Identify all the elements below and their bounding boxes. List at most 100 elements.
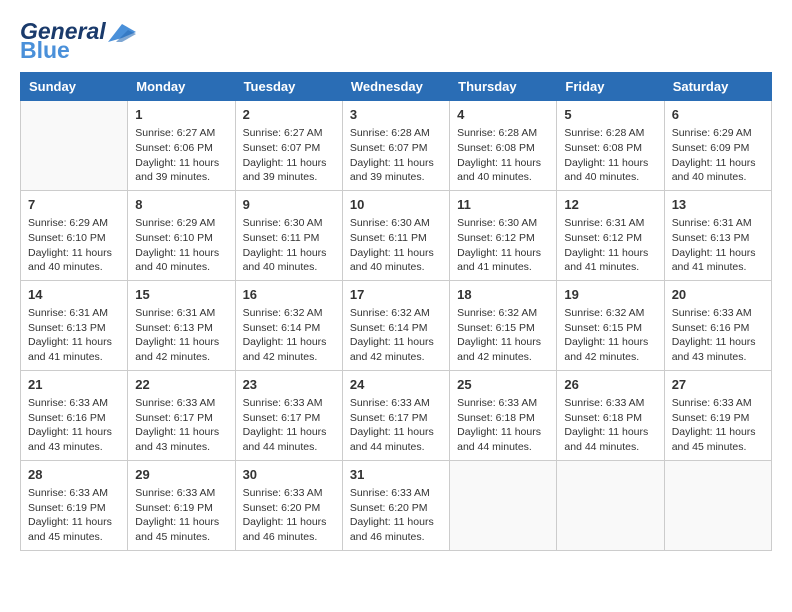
calendar-week-row: 21 Sunrise: 6:33 AM Sunset: 6:16 PM Dayli… [21,370,772,460]
day-number: 29 [135,466,227,484]
calendar-day-cell: 8 Sunrise: 6:29 AM Sunset: 6:10 PM Daylig… [128,190,235,280]
day-info: Sunrise: 6:33 AM Sunset: 6:18 PM Dayligh… [564,396,656,455]
calendar-day-cell: 26 Sunrise: 6:33 AM Sunset: 6:18 PM Dayli… [557,370,664,460]
day-info: Sunrise: 6:31 AM Sunset: 6:13 PM Dayligh… [672,216,764,275]
day-info: Sunrise: 6:28 AM Sunset: 6:08 PM Dayligh… [457,126,549,185]
day-number: 27 [672,376,764,394]
day-number: 30 [243,466,335,484]
day-number: 11 [457,196,549,214]
day-info: Sunrise: 6:31 AM Sunset: 6:12 PM Dayligh… [564,216,656,275]
day-info: Sunrise: 6:33 AM Sunset: 6:17 PM Dayligh… [350,396,442,455]
logo-blue-text: Blue [20,39,136,62]
calendar-day-cell [21,101,128,191]
calendar-day-cell: 24 Sunrise: 6:33 AM Sunset: 6:17 PM Dayli… [342,370,449,460]
calendar-day-cell: 7 Sunrise: 6:29 AM Sunset: 6:10 PM Daylig… [21,190,128,280]
calendar-header-row: SundayMondayTuesdayWednesdayThursdayFrid… [21,73,772,101]
day-number: 12 [564,196,656,214]
day-info: Sunrise: 6:31 AM Sunset: 6:13 PM Dayligh… [28,306,120,365]
day-number: 5 [564,106,656,124]
calendar-day-cell: 14 Sunrise: 6:31 AM Sunset: 6:13 PM Dayli… [21,280,128,370]
day-info: Sunrise: 6:33 AM Sunset: 6:17 PM Dayligh… [135,396,227,455]
calendar-day-cell: 30 Sunrise: 6:33 AM Sunset: 6:20 PM Dayli… [235,460,342,550]
day-header-monday: Monday [128,73,235,101]
day-info: Sunrise: 6:33 AM Sunset: 6:20 PM Dayligh… [243,486,335,545]
day-number: 21 [28,376,120,394]
day-number: 6 [672,106,764,124]
day-number: 24 [350,376,442,394]
day-header-friday: Friday [557,73,664,101]
day-number: 2 [243,106,335,124]
day-number: 25 [457,376,549,394]
calendar-day-cell: 31 Sunrise: 6:33 AM Sunset: 6:20 PM Dayli… [342,460,449,550]
day-number: 8 [135,196,227,214]
calendar-day-cell: 27 Sunrise: 6:33 AM Sunset: 6:19 PM Dayli… [664,370,771,460]
page-header: General Blue [20,20,772,62]
day-info: Sunrise: 6:33 AM Sunset: 6:17 PM Dayligh… [243,396,335,455]
day-info: Sunrise: 6:31 AM Sunset: 6:13 PM Dayligh… [135,306,227,365]
day-header-thursday: Thursday [450,73,557,101]
day-number: 23 [243,376,335,394]
day-info: Sunrise: 6:32 AM Sunset: 6:15 PM Dayligh… [457,306,549,365]
day-number: 17 [350,286,442,304]
calendar-day-cell: 10 Sunrise: 6:30 AM Sunset: 6:11 PM Dayli… [342,190,449,280]
day-number: 26 [564,376,656,394]
calendar-day-cell: 21 Sunrise: 6:33 AM Sunset: 6:16 PM Dayli… [21,370,128,460]
calendar-day-cell: 18 Sunrise: 6:32 AM Sunset: 6:15 PM Dayli… [450,280,557,370]
calendar-day-cell: 16 Sunrise: 6:32 AM Sunset: 6:14 PM Dayli… [235,280,342,370]
calendar-day-cell: 29Sunrise: 6:33 AM Sunset: 6:19 PM Dayli… [128,460,235,550]
calendar-day-cell: 2Sunrise: 6:27 AM Sunset: 6:07 PM Daylig… [235,101,342,191]
calendar-day-cell: 9 Sunrise: 6:30 AM Sunset: 6:11 PM Daylig… [235,190,342,280]
calendar-day-cell: 15 Sunrise: 6:31 AM Sunset: 6:13 PM Dayli… [128,280,235,370]
day-info: Sunrise: 6:30 AM Sunset: 6:11 PM Dayligh… [350,216,442,275]
day-number: 28 [28,466,120,484]
calendar-day-cell: 17 Sunrise: 6:32 AM Sunset: 6:14 PM Dayli… [342,280,449,370]
day-info: Sunrise: 6:33 AM Sunset: 6:18 PM Dayligh… [457,396,549,455]
day-number: 10 [350,196,442,214]
day-info: Sunrise: 6:28 AM Sunset: 6:07 PM Dayligh… [350,126,442,185]
day-number: 16 [243,286,335,304]
calendar-day-cell: 28Sunrise: 6:33 AM Sunset: 6:19 PM Dayli… [21,460,128,550]
day-info: Sunrise: 6:32 AM Sunset: 6:14 PM Dayligh… [350,306,442,365]
day-info: Sunrise: 6:33 AM Sunset: 6:20 PM Dayligh… [350,486,442,545]
day-info: Sunrise: 6:30 AM Sunset: 6:11 PM Dayligh… [243,216,335,275]
day-header-wednesday: Wednesday [342,73,449,101]
day-info: Sunrise: 6:33 AM Sunset: 6:16 PM Dayligh… [672,306,764,365]
day-number: 18 [457,286,549,304]
day-header-tuesday: Tuesday [235,73,342,101]
day-info: Sunrise: 6:29 AM Sunset: 6:10 PM Dayligh… [135,216,227,275]
day-info: Sunrise: 6:28 AM Sunset: 6:08 PM Dayligh… [564,126,656,185]
day-info: Sunrise: 6:29 AM Sunset: 6:10 PM Dayligh… [28,216,120,275]
calendar-day-cell [450,460,557,550]
calendar-day-cell: 23 Sunrise: 6:33 AM Sunset: 6:17 PM Dayli… [235,370,342,460]
calendar-day-cell: 22Sunrise: 6:33 AM Sunset: 6:17 PM Dayli… [128,370,235,460]
calendar-week-row: 14 Sunrise: 6:31 AM Sunset: 6:13 PM Dayli… [21,280,772,370]
calendar-week-row: 7 Sunrise: 6:29 AM Sunset: 6:10 PM Daylig… [21,190,772,280]
calendar-day-cell: 5 Sunrise: 6:28 AM Sunset: 6:08 PM Daylig… [557,101,664,191]
day-number: 4 [457,106,549,124]
logo: General Blue [20,20,136,62]
day-info: Sunrise: 6:27 AM Sunset: 6:06 PM Dayligh… [135,126,227,185]
day-number: 7 [28,196,120,214]
day-number: 14 [28,286,120,304]
calendar-day-cell: 12 Sunrise: 6:31 AM Sunset: 6:12 PM Dayli… [557,190,664,280]
day-info: Sunrise: 6:29 AM Sunset: 6:09 PM Dayligh… [672,126,764,185]
day-number: 20 [672,286,764,304]
calendar-day-cell: 3Sunrise: 6:28 AM Sunset: 6:07 PM Daylig… [342,101,449,191]
day-header-sunday: Sunday [21,73,128,101]
day-info: Sunrise: 6:32 AM Sunset: 6:14 PM Dayligh… [243,306,335,365]
day-info: Sunrise: 6:33 AM Sunset: 6:19 PM Dayligh… [672,396,764,455]
calendar-day-cell: 11 Sunrise: 6:30 AM Sunset: 6:12 PM Dayli… [450,190,557,280]
day-number: 15 [135,286,227,304]
calendar-day-cell: 6 Sunrise: 6:29 AM Sunset: 6:09 PM Daylig… [664,101,771,191]
calendar-day-cell: 19Sunrise: 6:32 AM Sunset: 6:15 PM Dayli… [557,280,664,370]
calendar-day-cell: 25 Sunrise: 6:33 AM Sunset: 6:18 PM Dayli… [450,370,557,460]
calendar-day-cell: 4 Sunrise: 6:28 AM Sunset: 6:08 PM Daylig… [450,101,557,191]
day-info: Sunrise: 6:33 AM Sunset: 6:16 PM Dayligh… [28,396,120,455]
day-header-saturday: Saturday [664,73,771,101]
day-info: Sunrise: 6:30 AM Sunset: 6:12 PM Dayligh… [457,216,549,275]
day-number: 9 [243,196,335,214]
calendar-day-cell: 13 Sunrise: 6:31 AM Sunset: 6:13 PM Dayli… [664,190,771,280]
calendar-week-row: 28Sunrise: 6:33 AM Sunset: 6:19 PM Dayli… [21,460,772,550]
day-number: 31 [350,466,442,484]
day-number: 13 [672,196,764,214]
